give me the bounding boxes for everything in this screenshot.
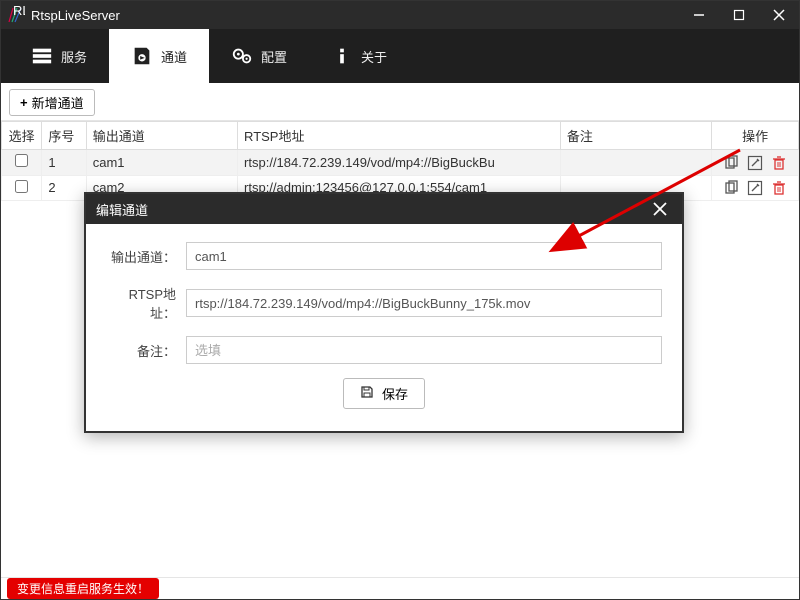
table-header-row: 选择 序号 输出通道 RTSP地址 备注 操作: [2, 122, 799, 150]
server-icon: [31, 45, 53, 67]
titlebar: RLS RtspLiveServer: [1, 1, 799, 29]
close-button[interactable]: [759, 1, 799, 29]
app-logo-icon: RLS: [7, 6, 25, 24]
dialog-title: 编辑通道: [96, 200, 148, 219]
copy-icon[interactable]: [723, 155, 739, 171]
svg-text:RLS: RLS: [13, 6, 25, 18]
minimize-button[interactable]: [679, 1, 719, 29]
col-ops: 操作: [712, 122, 799, 150]
nav-label: 服务: [61, 47, 87, 66]
cell-rtsp: rtsp://184.72.239.149/vod/mp4://BigBuckB…: [238, 150, 561, 176]
label-channel: 输出通道：: [106, 247, 186, 266]
edit-icon[interactable]: [747, 180, 763, 196]
delete-icon[interactable]: [771, 155, 787, 171]
col-channel: 输出通道: [86, 122, 237, 150]
plus-icon: +: [20, 95, 28, 110]
save-label: 保存: [382, 384, 408, 403]
nav-label: 配置: [261, 47, 287, 66]
window-title: RtspLiveServer: [31, 8, 679, 23]
nav-item-config[interactable]: 配置: [209, 29, 309, 83]
close-icon: [653, 202, 667, 216]
channel-icon: [131, 45, 153, 67]
input-rtsp[interactable]: [186, 289, 662, 317]
dialog-close-button[interactable]: [648, 197, 672, 221]
edit-icon[interactable]: [747, 155, 763, 171]
col-seq: 序号: [42, 122, 86, 150]
col-select: 选择: [2, 122, 42, 150]
toolbar: + 新增通道: [1, 83, 799, 121]
main-nav: 服务 通道 配置 关于: [1, 29, 799, 83]
restart-notice: 变更信息重启服务生效！: [7, 578, 159, 599]
footer: 变更信息重启服务生效！: [1, 577, 799, 599]
save-button[interactable]: 保存: [343, 378, 425, 409]
label-rtsp: RTSP地址：: [106, 284, 186, 322]
cell-channel: cam1: [86, 150, 237, 176]
delete-icon[interactable]: [771, 180, 787, 196]
gear-icon: [231, 45, 253, 67]
row-checkbox[interactable]: [15, 180, 28, 193]
copy-icon[interactable]: [723, 180, 739, 196]
col-note: 备注: [560, 122, 711, 150]
info-icon: [331, 45, 353, 67]
maximize-button[interactable]: [719, 1, 759, 29]
nav-label: 关于: [361, 47, 387, 66]
nav-item-channel[interactable]: 通道: [109, 29, 209, 83]
row-checkbox[interactable]: [15, 154, 28, 167]
table-row: 1 cam1 rtsp://184.72.239.149/vod/mp4://B…: [2, 150, 799, 176]
edit-channel-dialog: 编辑通道 输出通道： RTSP地址： 备注： 保存: [84, 192, 684, 433]
add-channel-label: 新增通道: [32, 93, 84, 112]
dialog-body: 输出通道： RTSP地址： 备注： 保存: [86, 224, 682, 431]
cell-seq: 1: [42, 150, 86, 176]
cell-note: [560, 150, 711, 176]
channel-table: 选择 序号 输出通道 RTSP地址 备注 操作 1 cam1 rtsp://18…: [1, 121, 799, 201]
label-note: 备注：: [106, 341, 186, 360]
dialog-titlebar: 编辑通道: [86, 194, 682, 224]
save-icon: [360, 385, 374, 402]
nav-label: 通道: [161, 47, 187, 66]
nav-item-about[interactable]: 关于: [309, 29, 409, 83]
cell-seq: 2: [42, 175, 86, 201]
input-note[interactable]: [186, 336, 662, 364]
input-channel[interactable]: [186, 242, 662, 270]
col-rtsp: RTSP地址: [238, 122, 561, 150]
add-channel-button[interactable]: + 新增通道: [9, 89, 95, 116]
nav-item-service[interactable]: 服务: [9, 29, 109, 83]
